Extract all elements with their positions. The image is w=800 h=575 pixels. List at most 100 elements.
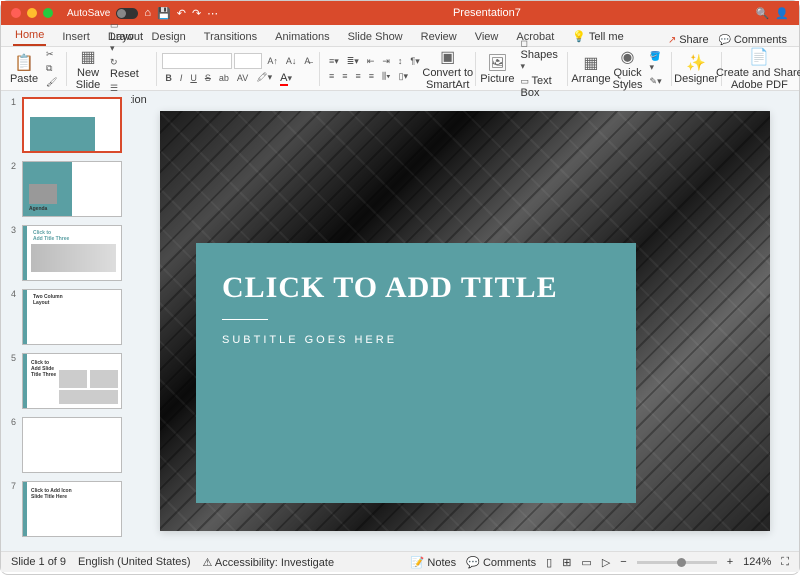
home-icon[interactable]: ⌂ [144,7,151,19]
align-text-button[interactable]: ▯▾ [396,70,411,83]
picture-button[interactable]: 🖼Picture [481,51,513,87]
bold-button[interactable]: B [162,72,175,84]
adobe-pdf-button[interactable]: 📄Create and Share Adobe PDF [728,45,791,93]
traffic-lights [11,8,53,18]
zoom-slider[interactable] [637,561,717,564]
accessibility-status[interactable]: ⚠ Accessibility: Investigate [203,556,335,569]
sorter-view-icon[interactable]: ⊞ [562,556,571,569]
text-direction-button[interactable]: ¶▾ [407,55,422,68]
undo-icon[interactable]: ↶ [177,7,186,20]
quick-styles-button[interactable]: ◉Quick Styles [613,45,643,93]
fit-window-icon[interactable]: ⛶ [781,556,789,569]
more-icon[interactable]: ⋯ [207,7,218,20]
shape-fill-button[interactable]: 🪣▾ [647,50,665,74]
autosave-label: AutoSave [67,8,110,19]
notes-button[interactable]: 📝 Notes [411,556,457,569]
tab-transitions[interactable]: Transitions [202,28,259,46]
designer-icon: ✨ [686,53,706,73]
cut-button[interactable]: ✂ [43,48,60,61]
shapes-label: Shapes [521,49,558,61]
normal-view-icon[interactable]: ▯ [546,556,552,569]
thumb5-title: Click to Add Slide Title Three [31,360,56,378]
shape-outline-button[interactable]: ✎▾ [647,75,665,88]
shapes-button[interactable]: ◻ Shapes ▾ [518,37,561,73]
thumbnail-6[interactable]: 6Section Header [11,417,127,473]
columns-button[interactable]: ⫼▾ [379,70,394,83]
tab-animations[interactable]: Animations [273,28,331,46]
maximize-icon[interactable] [43,8,53,18]
title-placeholder[interactable]: CLICK TO ADD TITLE SUBTITLE GOES HERE [196,243,636,503]
numbering-button[interactable]: ≣▾ [344,55,362,68]
new-slide-button[interactable]: ▦New Slide [73,45,103,93]
notes-label: Notes [427,557,456,569]
thumbnail-4[interactable]: 4Two Column Layout [11,289,127,345]
adobe-label: Create and Share Adobe PDF [716,67,800,91]
search-icon[interactable]: 🔍 [756,7,770,20]
thumbnail-7[interactable]: 7Click to Add Icon Slide Title Here [11,481,127,537]
tab-home[interactable]: Home [13,26,46,46]
zoom-out-button[interactable]: − [620,556,626,568]
spacing-button[interactable]: AV [234,72,251,84]
designer-button[interactable]: ✨Designer [677,51,715,87]
reset-button[interactable]: ↻ Reset [107,56,150,81]
slideshow-view-icon[interactable]: ▷ [602,556,610,569]
user-icon[interactable]: 👤 [775,7,789,20]
align-left-button[interactable]: ≡ [326,70,337,82]
clear-format-button[interactable]: A̶ [301,55,313,67]
decrease-indent-button[interactable]: ⇤ [364,55,378,68]
increase-indent-button[interactable]: ⇥ [379,55,393,68]
bullets-button[interactable]: ≡▾ [326,55,342,68]
comments-status-button[interactable]: 💬 Comments [466,556,536,569]
share-button[interactable]: ↗ Share [668,34,709,46]
increase-font-button[interactable]: A↑ [264,55,281,67]
strike-button[interactable]: S [202,72,214,84]
clipboard-icon: 📋 [14,53,34,73]
format-painter-button[interactable]: 🖌 [43,76,60,89]
decrease-font-button[interactable]: A↓ [283,55,300,67]
save-icon[interactable]: 💾 [157,7,171,20]
zoom-in-button[interactable]: + [727,556,733,568]
tab-review[interactable]: Review [419,28,459,46]
slide-counter[interactable]: Slide 1 of 9 [11,556,66,568]
thumbnail-2[interactable]: 2Agenda [11,161,127,217]
tab-slideshow[interactable]: Slide Show [346,28,405,46]
close-icon[interactable] [11,8,21,18]
thumb7-title: Click to Add Icon Slide Title Here [31,488,72,500]
arrange-button[interactable]: ▦Arrange [573,51,608,87]
align-right-button[interactable]: ≡ [353,70,364,82]
slide-title[interactable]: CLICK TO ADD TITLE [222,271,610,305]
tab-view[interactable]: View [473,28,501,46]
convert-smartart-button[interactable]: ▣Convert to SmartArt [427,45,469,93]
line-spacing-button[interactable]: ↕ [395,55,406,67]
shadow-button[interactable]: ab [216,72,232,84]
tab-insert[interactable]: Insert [60,28,92,46]
main-area: 1CLICK TO ADD TITLE 2Agenda 3Click to Ad… [1,91,799,551]
redo-icon[interactable]: ↷ [192,7,201,20]
acc-label: Accessibility: Investigate [215,557,334,569]
copy-button[interactable]: ⧉ [43,62,60,75]
underline-button[interactable]: U [187,72,200,84]
current-slide[interactable]: CLICK TO ADD TITLE SUBTITLE GOES HERE [160,111,770,531]
language-indicator[interactable]: English (United States) [78,556,191,568]
font-size-select[interactable] [234,53,262,69]
justify-button[interactable]: ≡ [366,70,377,82]
align-center-button[interactable]: ≡ [339,70,350,82]
tab-design[interactable]: Design [150,28,188,46]
highlight-button[interactable]: 🖍▾ [253,71,275,84]
share-label: Share [679,34,708,46]
autosave-toggle[interactable] [116,8,138,19]
thumbnail-1[interactable]: 1CLICK TO ADD TITLE [11,97,127,153]
tellme[interactable]: 💡 Tell me [570,27,625,46]
slide-subtitle[interactable]: SUBTITLE GOES HERE [222,334,610,346]
reading-view-icon[interactable]: ▭ [581,556,591,569]
thumbnail-5[interactable]: 5Click to Add Slide Title Three [11,353,127,409]
font-color-button[interactable]: A▾ [277,71,295,85]
thumbnail-3[interactable]: 3Click to Add Title Three [11,225,127,281]
quick-label: Quick Styles [613,67,643,91]
layout-button[interactable]: ▭ Layout ▾ [107,19,150,55]
minimize-icon[interactable] [27,8,37,18]
font-select[interactable] [162,53,232,69]
paste-button[interactable]: 📋Paste [9,51,39,87]
zoom-level[interactable]: 124% [743,556,771,568]
italic-button[interactable]: I [177,72,186,84]
